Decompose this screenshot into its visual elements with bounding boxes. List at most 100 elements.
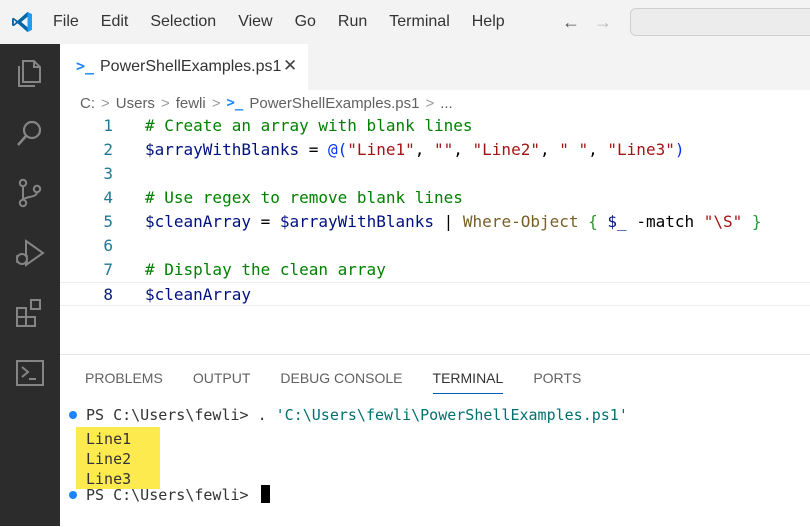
terminal-prompt: PS C:\Users\fewli> xyxy=(86,406,258,424)
menu-file[interactable]: File xyxy=(53,13,79,31)
panel-tab-debug-console[interactable]: DEBUG CONSOLE xyxy=(280,369,402,393)
menu-go[interactable]: Go xyxy=(295,13,316,31)
panel-tab-problems[interactable]: PROBLEMS xyxy=(85,369,163,393)
editor-tab-strip: >_ PowerShellExamples.ps1 ✕ xyxy=(60,44,810,90)
line-number: 5 xyxy=(103,212,113,231)
code-text: # Display the clean array xyxy=(145,258,386,282)
breadcrumb: C: > Users > fewli > >_ PowerShellExampl… xyxy=(80,92,453,114)
code-token-str: "Line3" xyxy=(607,140,675,159)
terminal-command-line: PS C:\Users\fewli> . 'C:\Users\fewli\Pow… xyxy=(86,405,628,425)
line-number: 4 xyxy=(103,188,113,207)
close-icon[interactable]: ✕ xyxy=(283,56,297,76)
code-line[interactable]: 5 $cleanArray = $arrayWithBlanks | Where-… xyxy=(60,210,810,234)
breadcrumb-separator: > xyxy=(160,94,170,112)
menu-run[interactable]: Run xyxy=(338,13,367,31)
code-token-op: , xyxy=(414,140,434,159)
activity-bar xyxy=(0,44,60,526)
line-number: 7 xyxy=(103,260,113,279)
menu-view[interactable]: View xyxy=(238,13,272,31)
line-number: 3 xyxy=(103,164,113,183)
terminal[interactable]: PS C:\Users\fewli> . 'C:\Users\fewli\Pow… xyxy=(60,405,810,527)
line-number: 2 xyxy=(103,140,113,159)
code-token-op xyxy=(579,212,589,231)
code-token-comment: # Display the clean array xyxy=(145,260,386,279)
back-arrow-icon[interactable]: ← xyxy=(562,12,580,32)
code-line[interactable]: 1 # Create an array with blank lines xyxy=(60,114,810,138)
code-token-var: $cleanArray xyxy=(145,285,251,304)
code-line[interactable]: 2 $arrayWithBlanks = @("Line1", "", "Line… xyxy=(60,138,810,162)
breadcrumb-separator: > xyxy=(211,94,221,112)
code-token-var: $_ xyxy=(607,212,627,231)
forward-arrow-icon[interactable]: → xyxy=(594,12,612,32)
terminal-command-path: 'C:\Users\fewli\PowerShellExamples.ps1' xyxy=(275,406,628,424)
code-token-str: "\S" xyxy=(703,212,743,231)
powershell-file-icon: >_ xyxy=(226,95,244,111)
code-line[interactable]: 8 $cleanArray xyxy=(60,282,810,306)
code-line[interactable]: 7 # Display the clean array xyxy=(60,258,810,282)
code-token-var: $arrayWithBlanks xyxy=(145,140,300,159)
explorer-icon[interactable] xyxy=(13,56,47,90)
line-number: 8 xyxy=(103,285,113,304)
menu-terminal[interactable]: Terminal xyxy=(389,13,449,31)
breadcrumb-separator: > xyxy=(101,94,110,112)
code-text: # Create an array with blank lines xyxy=(145,114,473,138)
powershell-file-icon: >_ xyxy=(76,57,95,75)
code-token-cmd: Where-Object xyxy=(462,212,579,231)
run-debug-icon[interactable] xyxy=(13,236,47,270)
code-token-op: , xyxy=(453,140,473,159)
extensions-icon[interactable] xyxy=(13,296,47,330)
powershell-extension-icon[interactable] xyxy=(13,356,47,390)
code-token-op xyxy=(742,212,752,231)
breadcrumb-ellipsis[interactable]: ... xyxy=(440,95,453,112)
panel-tab-ports[interactable]: PORTS xyxy=(533,369,581,393)
code-editor[interactable]: 1 # Create an array with blank lines 2 $arr… xyxy=(60,114,810,354)
code-token-str: "Line2" xyxy=(472,140,540,159)
code-token-brace: { xyxy=(588,212,598,231)
code-line[interactable]: 6 xyxy=(60,234,810,258)
code-line[interactable]: 3 xyxy=(60,162,810,186)
breadcrumb-folder-fewli[interactable]: fewli xyxy=(176,95,206,112)
tab-label: PowerShellExamples.ps1 xyxy=(100,58,282,75)
terminal-output-line: Line1 xyxy=(86,430,132,448)
code-text: $arrayWithBlanks = @("Line1", "", "Line2… xyxy=(145,138,684,162)
breadcrumb-drive[interactable]: C: xyxy=(80,95,95,112)
code-token-var: $arrayWithBlanks xyxy=(279,212,434,231)
breadcrumb-file[interactable]: PowerShellExamples.ps1 xyxy=(249,95,419,112)
line-number: 6 xyxy=(103,236,113,255)
panel-tab-terminal[interactable]: TERMINAL xyxy=(432,369,504,394)
command-success-dot-icon xyxy=(69,411,77,419)
code-token-op xyxy=(598,212,608,231)
menu-bar: File Edit Selection View Go Run Terminal Help xyxy=(53,0,527,44)
code-token-op: = xyxy=(299,140,329,159)
panel-tabs: PROBLEMS OUTPUT DEBUG CONSOLE TERMINAL PORTS xyxy=(85,369,611,394)
terminal-command-dot: . xyxy=(257,406,276,424)
menu-help[interactable]: Help xyxy=(472,13,505,31)
code-token-paren: @( xyxy=(328,140,348,159)
code-token-comment: # Use regex to remove blank lines xyxy=(145,188,463,207)
terminal-output-line: Line2 xyxy=(86,450,132,468)
code-text: # Use regex to remove blank lines xyxy=(145,186,463,210)
code-token-brace: } xyxy=(751,212,762,231)
source-control-icon[interactable] xyxy=(13,176,47,210)
search-icon[interactable] xyxy=(13,116,47,150)
code-token-op: , xyxy=(588,140,608,159)
line-number: 1 xyxy=(103,116,113,135)
tab-powershell-examples[interactable]: >_ PowerShellExamples.ps1 ✕ xyxy=(60,44,308,90)
menu-selection[interactable]: Selection xyxy=(150,13,216,31)
menu-edit[interactable]: Edit xyxy=(101,13,129,31)
code-token-comment: # Create an array with blank lines xyxy=(145,116,473,135)
breadcrumb-folder-users[interactable]: Users xyxy=(116,95,155,112)
code-token-param: -match xyxy=(626,212,704,231)
code-line[interactable]: 4 # Use regex to remove blank lines xyxy=(60,186,810,210)
terminal-prompt: PS C:\Users\fewli> xyxy=(86,486,258,504)
code-token-str: " " xyxy=(559,140,589,159)
code-token-str: "" xyxy=(434,140,454,159)
command-center-search[interactable] xyxy=(630,8,810,36)
panel-tab-output[interactable]: OUTPUT xyxy=(193,369,251,393)
code-token-op: = xyxy=(250,212,280,231)
code-text: $cleanArray xyxy=(145,283,251,307)
code-token-op: | xyxy=(434,212,463,231)
vscode-logo-icon xyxy=(12,12,32,32)
bottom-panel: PROBLEMS OUTPUT DEBUG CONSOLE TERMINAL PORTS… xyxy=(60,354,810,527)
title-bar: File Edit Selection View Go Run Terminal Help ←… xyxy=(0,0,810,44)
